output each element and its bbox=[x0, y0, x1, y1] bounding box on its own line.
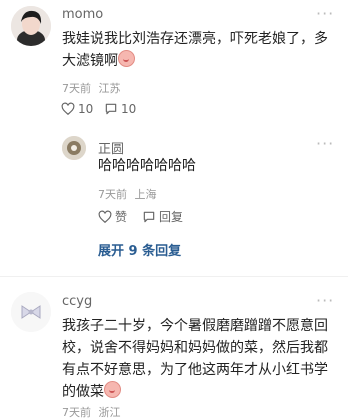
divider bbox=[0, 276, 348, 277]
reply-like-label: 赞 bbox=[115, 210, 128, 224]
username[interactable]: momo bbox=[62, 7, 103, 22]
expand-replies-button[interactable]: 展开 9 条回复 bbox=[98, 240, 181, 259]
emoji-icon bbox=[118, 50, 135, 67]
reply-button[interactable]: 10 bbox=[104, 102, 136, 116]
avatar[interactable] bbox=[11, 292, 51, 332]
reply-meta: 7天前 上海 bbox=[98, 186, 157, 202]
timestamp: 7天前 bbox=[62, 82, 91, 95]
more-icon[interactable]: ··· bbox=[316, 291, 334, 310]
more-icon[interactable]: ··· bbox=[316, 4, 334, 23]
comment-text-body: 我孩子二十岁，今个暑假磨磨蹭蹭不愿意回校，说舍不得妈妈和妈妈做的菜，然后我都有点… bbox=[62, 318, 328, 400]
reply-like-button[interactable]: 赞 bbox=[98, 208, 127, 225]
like-button[interactable]: 10 bbox=[61, 102, 93, 116]
comment-text: 我娃说我比刘浩存还漂亮，吓死老娘了，多大滤镜啊 bbox=[62, 28, 337, 72]
emoji-icon bbox=[104, 381, 121, 398]
heart-icon bbox=[61, 102, 75, 116]
reply-text: 哈哈哈哈哈哈哈 bbox=[98, 158, 196, 174]
reply-avatar[interactable] bbox=[62, 136, 86, 160]
reply-avatar-image bbox=[62, 136, 86, 160]
reply-reply-label: 回复 bbox=[159, 210, 184, 224]
comment-text: 我孩子二十岁，今个暑假磨磨蹭蹭不愿意回校，说舍不得妈妈和妈妈做的菜，然后我都有点… bbox=[62, 315, 337, 403]
timestamp: 7天前 bbox=[62, 406, 91, 419]
comment-icon bbox=[143, 211, 155, 222]
comment-text-body: 我娃说我比刘浩存还漂亮，吓死老娘了，多大滤镜啊 bbox=[62, 31, 328, 69]
comment-meta: 7天前 浙江 bbox=[62, 404, 121, 420]
location: 江苏 bbox=[98, 82, 121, 95]
comment-meta: 7天前 江苏 bbox=[62, 80, 121, 96]
reply-timestamp: 7天前 bbox=[98, 188, 127, 201]
username[interactable]: ccyg bbox=[62, 294, 92, 309]
location: 浙江 bbox=[98, 406, 121, 419]
reply-count: 10 bbox=[121, 102, 137, 116]
avatar-image bbox=[11, 6, 51, 46]
reply-more-icon[interactable]: ··· bbox=[316, 134, 334, 153]
comment-icon bbox=[105, 103, 117, 115]
heart-icon bbox=[98, 210, 112, 223]
reply-reply-button[interactable]: 回复 bbox=[142, 208, 183, 225]
bow-icon bbox=[11, 292, 51, 332]
reply-location: 上海 bbox=[134, 188, 157, 201]
avatar[interactable] bbox=[11, 6, 51, 46]
like-count: 10 bbox=[78, 102, 94, 116]
